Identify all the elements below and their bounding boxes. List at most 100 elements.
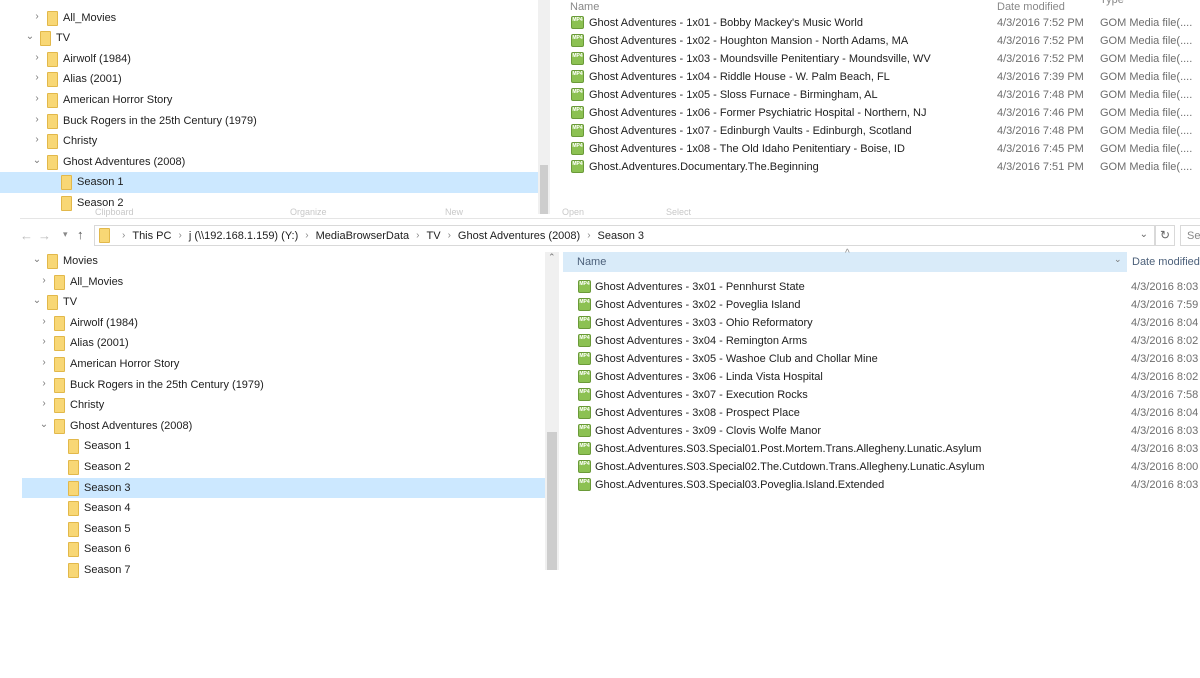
- column-header-name[interactable]: Name: [570, 1, 599, 13]
- tree-item[interactable]: › Buck Rogers in the 25th Century (1979): [0, 111, 538, 132]
- tree-item[interactable]: › American Horror Story: [22, 354, 545, 375]
- file-row[interactable]: MP4 Ghost Adventures - 3x01 - Pennhurst S…: [574, 278, 1200, 296]
- recent-locations-chevron-icon[interactable]: ▾: [63, 229, 68, 240]
- tree-item[interactable]: ⌄ Ghost Adventures (2008): [0, 152, 538, 173]
- scroll-up-icon[interactable]: ⌃: [548, 252, 556, 263]
- tree-item[interactable]: › All_Movies: [0, 8, 538, 29]
- tree-item[interactable]: › American Horror Story: [0, 90, 538, 111]
- tree-item[interactable]: ⌄ Movies: [22, 251, 545, 272]
- tree-scrollbar[interactable]: ⌃: [545, 252, 559, 570]
- scrollbar-thumb[interactable]: [540, 165, 548, 214]
- breadcrumb-item[interactable]: TV: [427, 230, 441, 242]
- breadcrumb-item[interactable]: j (\\192.168.1.159) (Y:): [189, 230, 298, 242]
- tree-item[interactable]: Season 7: [22, 560, 545, 581]
- tree-item[interactable]: › Christy: [22, 395, 545, 416]
- file-row[interactable]: MP4 Ghost Adventures - 1x07 - Edinburgh V…: [567, 122, 1196, 140]
- file-row[interactable]: MP4 Ghost Adventures - 1x06 - Former Psyc…: [567, 104, 1196, 122]
- tree-item-label: Season 2: [84, 461, 131, 473]
- up-arrow-icon[interactable]: ↑: [77, 227, 84, 242]
- chevron-right-icon[interactable]: ›: [32, 114, 42, 125]
- breadcrumb-item[interactable]: Ghost Adventures (2008): [458, 230, 580, 242]
- file-row[interactable]: MP4 Ghost Adventures - 3x02 - Poveglia Is…: [574, 296, 1200, 314]
- forward-arrow-icon[interactable]: →: [38, 228, 51, 243]
- file-row[interactable]: MP4 Ghost.Adventures.S03.Special03.Povegl…: [574, 476, 1200, 494]
- breadcrumb-item[interactable]: This PC: [132, 230, 171, 242]
- column-header-name[interactable]: Name ^ ⌄: [563, 248, 1127, 272]
- tree-item[interactable]: Season 4: [22, 498, 545, 519]
- address-dropdown-icon[interactable]: ⌄: [1140, 229, 1148, 240]
- tree-item[interactable]: Season 3: [22, 477, 545, 499]
- chevron-right-icon[interactable]: ›: [39, 378, 49, 389]
- chevron-right-icon[interactable]: ›: [39, 398, 49, 409]
- file-row[interactable]: MP4 Ghost Adventures - 1x01 - Bobby Macke…: [567, 14, 1196, 32]
- tree-item[interactable]: › All_Movies: [22, 272, 545, 293]
- video-file-icon: MP4: [571, 142, 584, 155]
- tree-item[interactable]: Season 2: [22, 457, 545, 478]
- file-row[interactable]: MP4 Ghost.Adventures.S03.Special02.The.Cu…: [574, 458, 1200, 476]
- file-row[interactable]: MP4 Ghost.Adventures.S03.Special01.Post.M…: [574, 440, 1200, 458]
- tree-item[interactable]: Season 6: [22, 539, 545, 560]
- column-filter-chevron-icon[interactable]: ⌄: [1114, 254, 1122, 265]
- breadcrumb-separator-icon[interactable]: ›: [122, 230, 125, 242]
- file-row[interactable]: MP4 Ghost Adventures - 3x04 - Remington A…: [574, 332, 1200, 350]
- file-row[interactable]: MP4 Ghost.Adventures.Documentary.The.Begi…: [567, 158, 1196, 176]
- chevron-down-icon[interactable]: ⌄: [32, 295, 42, 306]
- file-row[interactable]: MP4 Ghost Adventures - 3x05 - Washoe Club…: [574, 350, 1200, 368]
- breadcrumb-separator-icon[interactable]: ›: [178, 230, 181, 242]
- file-row[interactable]: MP4 Ghost Adventures - 3x07 - Execution R…: [574, 386, 1200, 404]
- tree-item-label: Season 3: [84, 481, 131, 494]
- tree-item[interactable]: › Christy: [0, 131, 538, 152]
- tree-item[interactable]: › Buck Rogers in the 25th Century (1979): [22, 375, 545, 396]
- tree-item[interactable]: ⌄ Ghost Adventures (2008): [22, 416, 545, 437]
- chevron-right-icon[interactable]: ›: [39, 336, 49, 347]
- tree-item[interactable]: Season 1: [22, 436, 545, 457]
- chevron-right-icon[interactable]: ›: [32, 11, 42, 22]
- tree-item[interactable]: Season 1: [0, 172, 538, 193]
- tree-item[interactable]: Season 5: [22, 519, 545, 540]
- file-row[interactable]: MP4 Ghost Adventures - 3x06 - Linda Vista…: [574, 368, 1200, 386]
- breadcrumb-separator-icon[interactable]: ›: [448, 230, 451, 242]
- file-row[interactable]: MP4 Ghost Adventures - 1x03 - Moundsville…: [567, 50, 1196, 68]
- file-row[interactable]: MP4 Ghost Adventures - 1x05 - Sloss Furna…: [567, 86, 1196, 104]
- chevron-down-icon[interactable]: ⌄: [39, 419, 49, 430]
- chevron-right-icon[interactable]: ›: [32, 134, 42, 145]
- file-row[interactable]: MP4 Ghost Adventures - 3x09 - Clovis Wolf…: [574, 422, 1200, 440]
- back-arrow-icon[interactable]: ←: [20, 228, 33, 243]
- chevron-down-icon[interactable]: ⌄: [32, 155, 42, 166]
- breadcrumb-separator-icon[interactable]: ›: [305, 230, 308, 242]
- address-bar[interactable]: › This PC › j (\\192.168.1.159) (Y:) › MediaB…: [94, 225, 1155, 246]
- file-row[interactable]: MP4 Ghost Adventures - 1x04 - Riddle Hous…: [567, 68, 1196, 86]
- chevron-right-icon[interactable]: ›: [39, 275, 49, 286]
- chevron-right-icon[interactable]: ›: [39, 316, 49, 327]
- tree-item[interactable]: › Airwolf (1984): [22, 313, 545, 334]
- file-row[interactable]: MP4 Ghost Adventures - 1x02 - Houghton Ma…: [567, 32, 1196, 50]
- breadcrumb-item[interactable]: Season 3: [598, 230, 644, 242]
- folder-icon: [47, 134, 58, 150]
- search-input[interactable]: Se: [1180, 225, 1200, 246]
- chevron-down-icon[interactable]: ⌄: [32, 254, 42, 265]
- breadcrumb-separator-icon[interactable]: ›: [587, 230, 590, 242]
- refresh-icon[interactable]: ↻: [1155, 225, 1175, 246]
- scrollbar-thumb[interactable]: [547, 432, 557, 570]
- chevron-down-icon[interactable]: ⌄: [25, 31, 35, 42]
- column-header-date-modified[interactable]: Date modified: [1132, 256, 1200, 268]
- tree-item[interactable]: › Airwolf (1984): [0, 49, 538, 70]
- file-row[interactable]: MP4 Ghost Adventures - 3x08 - Prospect Pl…: [574, 404, 1200, 422]
- breadcrumb-item[interactable]: MediaBrowserData: [316, 230, 410, 242]
- tree-item[interactable]: › Alias (2001): [0, 69, 538, 90]
- column-header-type[interactable]: Type: [1100, 0, 1124, 6]
- chevron-right-icon[interactable]: ›: [39, 357, 49, 368]
- tree-item[interactable]: ⌄ TV: [0, 28, 538, 49]
- video-file-icon: MP4: [578, 406, 591, 419]
- chevron-right-icon[interactable]: ›: [32, 52, 42, 63]
- chevron-right-icon[interactable]: ›: [32, 93, 42, 104]
- column-header-date-modified[interactable]: Date modified: [997, 1, 1065, 13]
- breadcrumb-separator-icon[interactable]: ›: [416, 230, 419, 242]
- chevron-right-icon[interactable]: ›: [32, 72, 42, 83]
- file-row[interactable]: MP4 Ghost Adventures - 3x03 - Ohio Reform…: [574, 314, 1200, 332]
- file-row[interactable]: MP4 Ghost Adventures - 1x08 - The Old Ida…: [567, 140, 1196, 158]
- tree-item[interactable]: › Alias (2001): [22, 333, 545, 354]
- tree-scrollbar[interactable]: [538, 0, 550, 214]
- folder-icon: [47, 154, 58, 170]
- tree-item[interactable]: ⌄ TV: [22, 292, 545, 313]
